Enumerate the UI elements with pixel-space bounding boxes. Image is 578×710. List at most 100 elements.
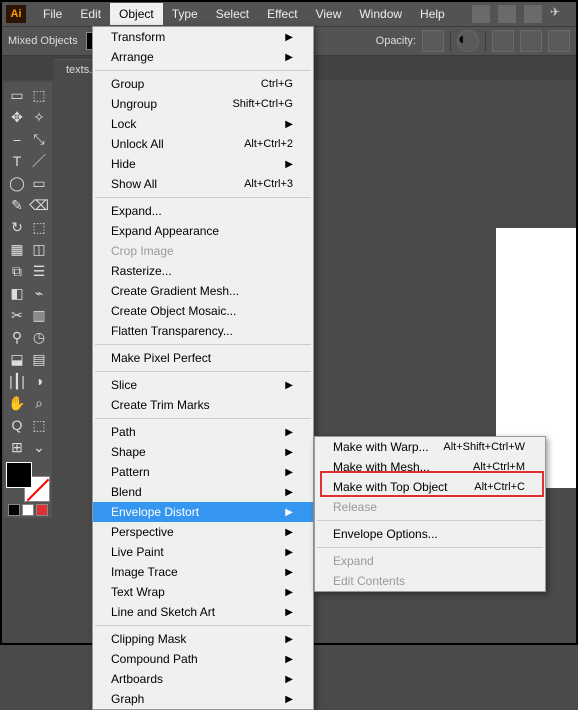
menu-separator bbox=[95, 418, 311, 419]
menu-item-artboards[interactable]: Artboards▶ bbox=[93, 669, 313, 689]
menu-item-transform[interactable]: Transform▶ bbox=[93, 27, 313, 47]
menu-item-create-object-mosaic-[interactable]: Create Object Mosaic... bbox=[93, 301, 313, 321]
menu-help[interactable]: Help bbox=[411, 3, 454, 25]
tool-32[interactable]: ⊞ bbox=[6, 436, 28, 458]
tool-18[interactable]: ◧ bbox=[6, 282, 28, 304]
tool-20[interactable]: ✂ bbox=[6, 304, 28, 326]
menu-item-envelope-distort[interactable]: Envelope Distort▶ bbox=[93, 502, 313, 522]
style-button[interactable]: ◐ bbox=[457, 30, 479, 52]
menu-item-clipping-mask[interactable]: Clipping Mask▶ bbox=[93, 629, 313, 649]
menu-effect[interactable]: Effect bbox=[258, 3, 306, 25]
menu-item-label: Slice bbox=[111, 378, 137, 392]
menu-item-group[interactable]: GroupCtrl+G bbox=[93, 74, 313, 94]
tool-28[interactable]: ✋ bbox=[6, 392, 28, 414]
menu-item-flatten-transparency-[interactable]: Flatten Transparency... bbox=[93, 321, 313, 341]
menu-item-image-trace[interactable]: Image Trace▶ bbox=[93, 562, 313, 582]
tool-10[interactable]: ✎ bbox=[6, 194, 28, 216]
menu-item-arrange[interactable]: Arrange▶ bbox=[93, 47, 313, 67]
menu-item-rasterize-[interactable]: Rasterize... bbox=[93, 261, 313, 281]
menu-item-graph[interactable]: Graph▶ bbox=[93, 689, 313, 709]
align-button[interactable] bbox=[492, 30, 514, 52]
tool-5[interactable]: ⤡ bbox=[28, 128, 50, 150]
menu-item-compound-path[interactable]: Compound Path▶ bbox=[93, 649, 313, 669]
menu-item-create-gradient-mesh-[interactable]: Create Gradient Mesh... bbox=[93, 281, 313, 301]
menu-item-shape[interactable]: Shape▶ bbox=[93, 442, 313, 462]
tool-29[interactable]: ⌕ bbox=[28, 392, 50, 414]
tool-8[interactable]: ◯ bbox=[6, 172, 28, 194]
tool-3[interactable]: ✧ bbox=[28, 106, 50, 128]
align-button-3[interactable] bbox=[548, 30, 570, 52]
menu-item-live-paint[interactable]: Live Paint▶ bbox=[93, 542, 313, 562]
tool-26[interactable]: |┃| bbox=[6, 370, 28, 392]
menu-item-hide[interactable]: Hide▶ bbox=[93, 154, 313, 174]
tool-33[interactable]: ⌄ bbox=[28, 436, 50, 458]
submenu-item-make-with-top-object[interactable]: Make with Top ObjectAlt+Ctrl+C bbox=[315, 477, 545, 497]
menu-item-make-pixel-perfect[interactable]: Make Pixel Perfect bbox=[93, 348, 313, 368]
menu-item-pattern[interactable]: Pattern▶ bbox=[93, 462, 313, 482]
menu-file[interactable]: File bbox=[34, 3, 71, 25]
menu-item-line-and-sketch-art[interactable]: Line and Sketch Art▶ bbox=[93, 602, 313, 622]
mini-swatch[interactable] bbox=[22, 504, 34, 516]
menu-item-expand-[interactable]: Expand... bbox=[93, 201, 313, 221]
menu-item-ungroup[interactable]: UngroupShift+Ctrl+G bbox=[93, 94, 313, 114]
fill-swatch-tool[interactable] bbox=[6, 462, 32, 488]
tool-9[interactable]: ▭ bbox=[28, 172, 50, 194]
arrange-docs-icon[interactable] bbox=[524, 5, 542, 23]
mini-swatch[interactable] bbox=[36, 504, 48, 516]
tool-15[interactable]: ◫ bbox=[28, 238, 50, 260]
color-picker[interactable] bbox=[6, 462, 50, 502]
tool-31[interactable]: ⬚ bbox=[28, 414, 50, 436]
tool-17[interactable]: ☰ bbox=[28, 260, 50, 282]
workspace-icon[interactable] bbox=[472, 5, 490, 23]
tool-23[interactable]: ◷ bbox=[28, 326, 50, 348]
menu-view[interactable]: View bbox=[307, 3, 351, 25]
tool-16[interactable]: ⧉ bbox=[6, 260, 28, 282]
menu-edit[interactable]: Edit bbox=[71, 3, 110, 25]
menu-item-expand-appearance[interactable]: Expand Appearance bbox=[93, 221, 313, 241]
menu-window[interactable]: Window bbox=[350, 3, 411, 25]
stock-icon[interactable] bbox=[498, 5, 516, 23]
tool-19[interactable]: ⌁ bbox=[28, 282, 50, 304]
menu-item-perspective[interactable]: Perspective▶ bbox=[93, 522, 313, 542]
tool-11[interactable]: ⌫ bbox=[28, 194, 50, 216]
tool-27[interactable]: ◑ bbox=[28, 370, 50, 392]
tool-13[interactable]: ⬚ bbox=[28, 216, 50, 238]
submenu-item-make-with-mesh-[interactable]: Make with Mesh...Alt+Ctrl+M bbox=[315, 457, 545, 477]
menu-item-label: Line and Sketch Art bbox=[111, 605, 215, 619]
menu-item-slice[interactable]: Slice▶ bbox=[93, 375, 313, 395]
tool-4[interactable]: ⎯ bbox=[6, 128, 28, 150]
tool-30[interactable]: Q bbox=[6, 414, 28, 436]
submenu-arrow-icon: ▶ bbox=[285, 587, 293, 598]
menu-item-unlock-all[interactable]: Unlock AllAlt+Ctrl+2 bbox=[93, 134, 313, 154]
menu-item-blend[interactable]: Blend▶ bbox=[93, 482, 313, 502]
align-button-2[interactable] bbox=[520, 30, 542, 52]
tool-12[interactable]: ↻ bbox=[6, 216, 28, 238]
tool-6[interactable]: T bbox=[6, 150, 28, 172]
tool-24[interactable]: ⬓ bbox=[6, 348, 28, 370]
tool-1[interactable]: ⬚ bbox=[28, 84, 50, 106]
menu-item-show-all[interactable]: Show AllAlt+Ctrl+3 bbox=[93, 174, 313, 194]
menu-item-label: Image Trace bbox=[111, 565, 178, 579]
menu-item-create-trim-marks[interactable]: Create Trim Marks bbox=[93, 395, 313, 415]
submenu-item-edit-contents: Edit Contents bbox=[315, 571, 545, 591]
mini-swatch[interactable] bbox=[8, 504, 20, 516]
submenu-item-envelope-options-[interactable]: Envelope Options... bbox=[315, 524, 545, 544]
tool-25[interactable]: ▤ bbox=[28, 348, 50, 370]
menu-item-path[interactable]: Path▶ bbox=[93, 422, 313, 442]
tool-14[interactable]: ▦ bbox=[6, 238, 28, 260]
menu-type[interactable]: Type bbox=[163, 3, 207, 25]
submenu-item-make-with-warp-[interactable]: Make with Warp...Alt+Shift+Ctrl+W bbox=[315, 437, 545, 457]
opacity-field[interactable] bbox=[422, 30, 444, 52]
menu-item-lock[interactable]: Lock▶ bbox=[93, 114, 313, 134]
tool-2[interactable]: ✥ bbox=[6, 106, 28, 128]
tool-22[interactable]: ⚲ bbox=[6, 326, 28, 348]
menu-object[interactable]: Object bbox=[110, 3, 163, 25]
menu-select[interactable]: Select bbox=[207, 3, 258, 25]
menu-item-label: Arrange bbox=[111, 50, 154, 64]
menu-item-text-wrap[interactable]: Text Wrap▶ bbox=[93, 582, 313, 602]
gpu-icon[interactable]: ✈ bbox=[550, 5, 568, 23]
tool-21[interactable]: ▥ bbox=[28, 304, 50, 326]
submenu-arrow-icon: ▶ bbox=[285, 119, 293, 130]
tool-0[interactable]: ▭ bbox=[6, 84, 28, 106]
tool-7[interactable]: ／ bbox=[28, 150, 50, 172]
